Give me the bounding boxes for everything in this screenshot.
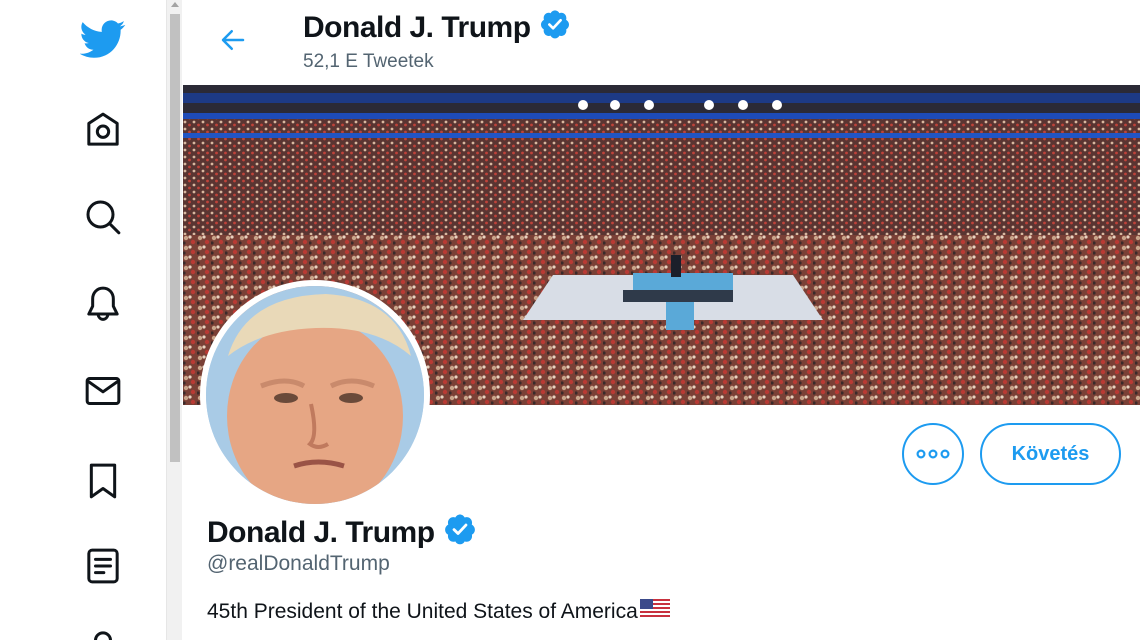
nav-home[interactable] <box>78 105 128 155</box>
profile-name: Donald J. Trump <box>207 512 477 554</box>
nav-profile[interactable] <box>78 622 128 640</box>
profile-header: Donald J. Trump 52,1 E Tweetek <box>183 0 1140 85</box>
us-flag-icon <box>639 599 670 625</box>
scroll-up-arrow-icon[interactable] <box>171 2 179 7</box>
mail-icon <box>85 377 121 405</box>
avatar-photo <box>206 286 424 504</box>
nav-notifications[interactable] <box>78 279 128 329</box>
bookmark-icon <box>89 463 117 499</box>
arrow-left-icon <box>221 30 245 50</box>
list-icon <box>87 548 119 584</box>
profile-bio-text: 45th President of the United States of A… <box>207 600 638 623</box>
back-button[interactable] <box>213 20 253 60</box>
home-icon <box>87 112 119 146</box>
bell-icon <box>87 286 119 321</box>
more-dots-icon <box>916 449 950 459</box>
profile-avatar[interactable] <box>200 280 430 510</box>
profile-bio: 45th President of the United States of A… <box>207 599 670 625</box>
scrollbar[interactable] <box>166 0 182 640</box>
nav-messages[interactable] <box>78 366 128 416</box>
profile-name-text: Donald J. Trump <box>207 516 435 549</box>
twitter-bird-icon <box>80 20 126 58</box>
nav-bookmarks[interactable] <box>78 456 128 506</box>
nav-explore[interactable] <box>78 192 128 242</box>
twitter-logo[interactable] <box>78 14 128 64</box>
verified-badge-icon <box>443 512 477 554</box>
follow-button[interactable]: Követés <box>980 423 1121 485</box>
profile-handle: @realDonaldTrump <box>207 552 390 575</box>
nav-lists[interactable] <box>78 541 128 591</box>
sidebar-nav <box>0 0 166 640</box>
header-name-text: Donald J. Trump <box>303 11 531 44</box>
verified-badge-icon <box>539 8 571 48</box>
profile-icon <box>94 631 112 640</box>
scrollbar-thumb[interactable] <box>170 14 180 462</box>
more-options-button[interactable] <box>902 423 964 485</box>
search-icon <box>86 200 121 235</box>
tweet-count: 52,1 E Tweetek <box>303 51 434 72</box>
header-title: Donald J. Trump <box>303 8 571 48</box>
